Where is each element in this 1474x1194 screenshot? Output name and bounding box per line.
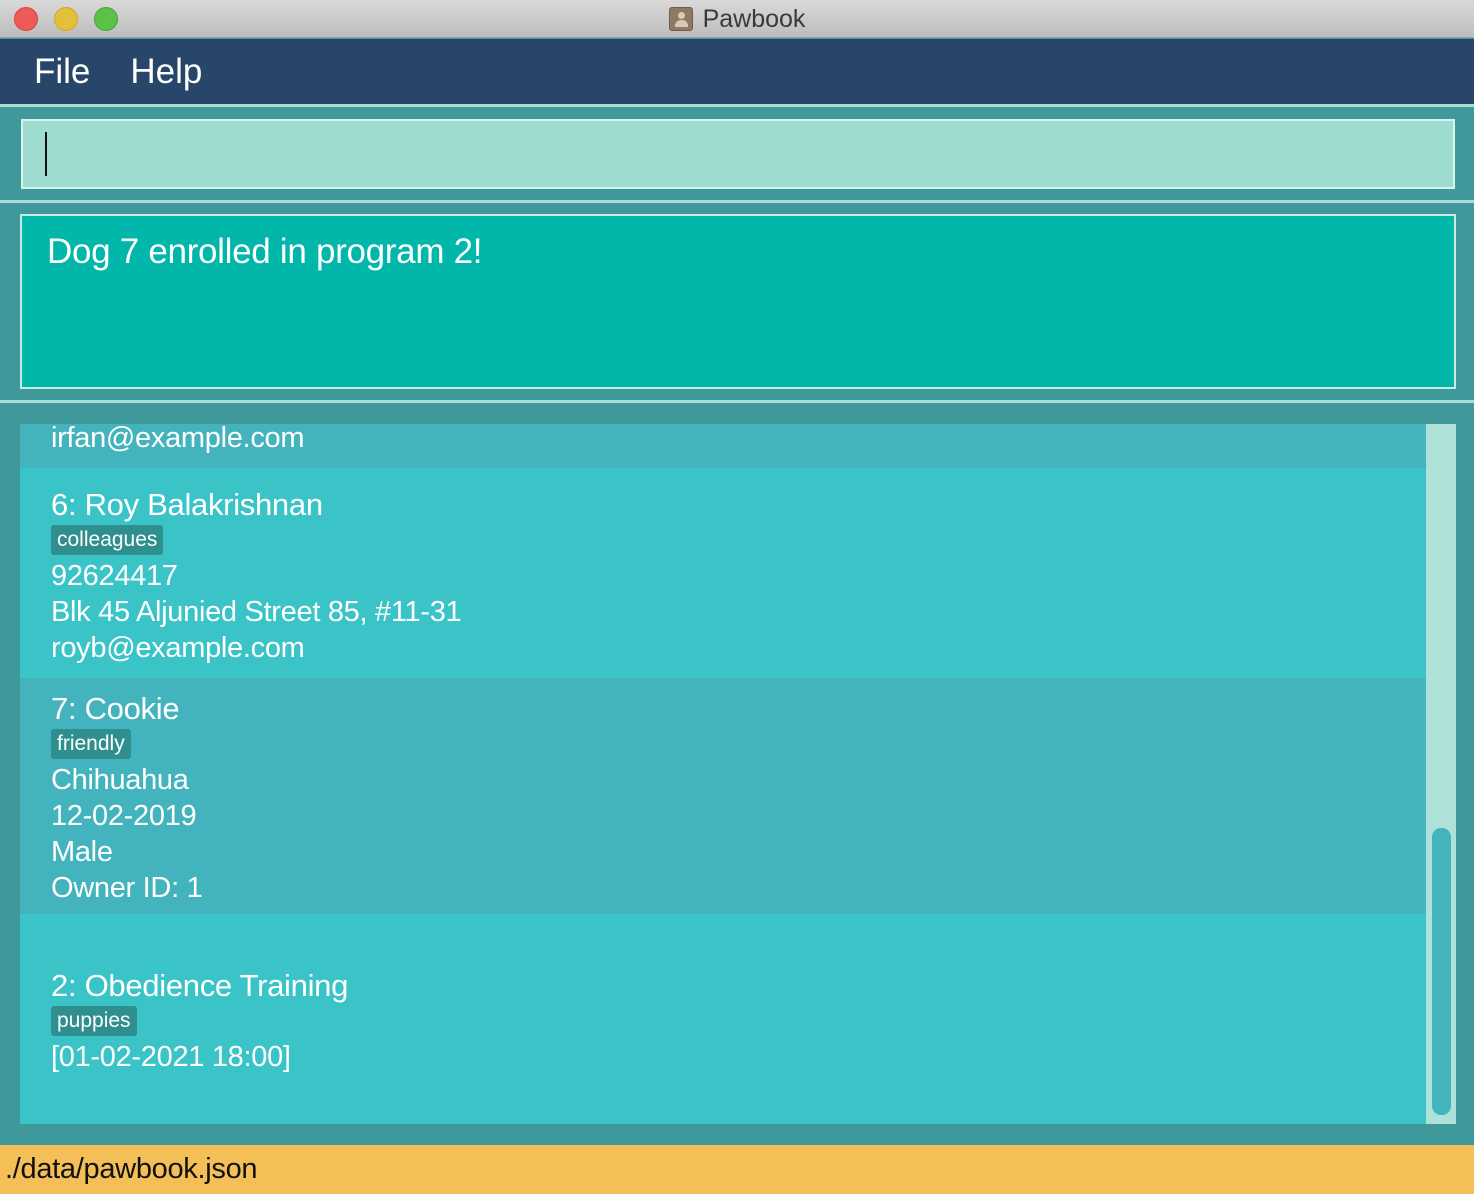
tag-badge: puppies <box>51 1006 137 1036</box>
contacts-app-icon <box>668 7 693 31</box>
menu-help[interactable]: Help <box>130 52 202 92</box>
tag-badge: friendly <box>51 729 131 759</box>
card-index: 7: <box>51 691 77 726</box>
card-name: Obedience Training <box>84 968 349 1003</box>
command-input[interactable] <box>21 119 1455 189</box>
status-bar: ./data/pawbook.json <box>0 1145 1474 1194</box>
card-title: 6: Roy Balakrishnan <box>51 486 1426 524</box>
list-item-program-2[interactable]: 2: Obedience Training puppies [01-02-202… <box>20 914 1426 1124</box>
email-text: royb@example.com <box>51 632 305 664</box>
result-message: Dog 7 enrolled in program 2! <box>47 232 483 271</box>
save-file-path: ./data/pawbook.json <box>5 1153 258 1185</box>
session-text: [01-02-2021 18:00] <box>51 1041 291 1073</box>
list-item-owner-6[interactable]: 6: Roy Balakrishnan colleagues 92624417 … <box>20 468 1426 678</box>
result-display: Dog 7 enrolled in program 2! <box>20 214 1456 389</box>
tag-badge: colleagues <box>51 525 164 555</box>
card-name: Cookie <box>84 691 180 726</box>
list-item-partial[interactable]: irfan@example.com <box>20 424 1426 468</box>
phone-text: 92624417 <box>51 560 178 592</box>
menu-bar: File Help <box>0 39 1474 105</box>
sex-text: Male <box>51 836 113 868</box>
email-text: irfan@example.com <box>51 424 305 454</box>
title-wrap: Pawbook <box>0 0 1474 38</box>
title-bar: Pawbook <box>0 0 1474 38</box>
card-index: 6: <box>51 487 77 522</box>
menu-separator <box>0 104 1474 107</box>
address-text: Blk 45 Aljunied Street 85, #11-31 <box>51 596 462 628</box>
command-separator <box>0 200 1474 203</box>
entity-list[interactable]: irfan@example.com 6: Roy Balakrishnan co… <box>20 424 1456 1124</box>
list-scrollbar-thumb[interactable] <box>1432 828 1451 1115</box>
list-item-dog-7[interactable]: 7: Cookie friendly Chihuahua 12-02-2019 … <box>20 678 1426 914</box>
dob-text: 12-02-2019 <box>51 800 197 832</box>
card-name: Roy Balakrishnan <box>84 487 323 522</box>
card-title: 2: Obedience Training <box>51 967 1426 1005</box>
owner-id-text: Owner ID: 1 <box>51 872 203 904</box>
window-title: Pawbook <box>702 4 806 33</box>
text-caret <box>45 132 47 176</box>
card-title: 7: Cookie <box>51 690 1426 728</box>
breed-text: Chihuahua <box>51 764 189 796</box>
result-separator <box>0 400 1474 403</box>
card-index: 2: <box>51 968 77 1003</box>
menu-file[interactable]: File <box>34 52 90 92</box>
